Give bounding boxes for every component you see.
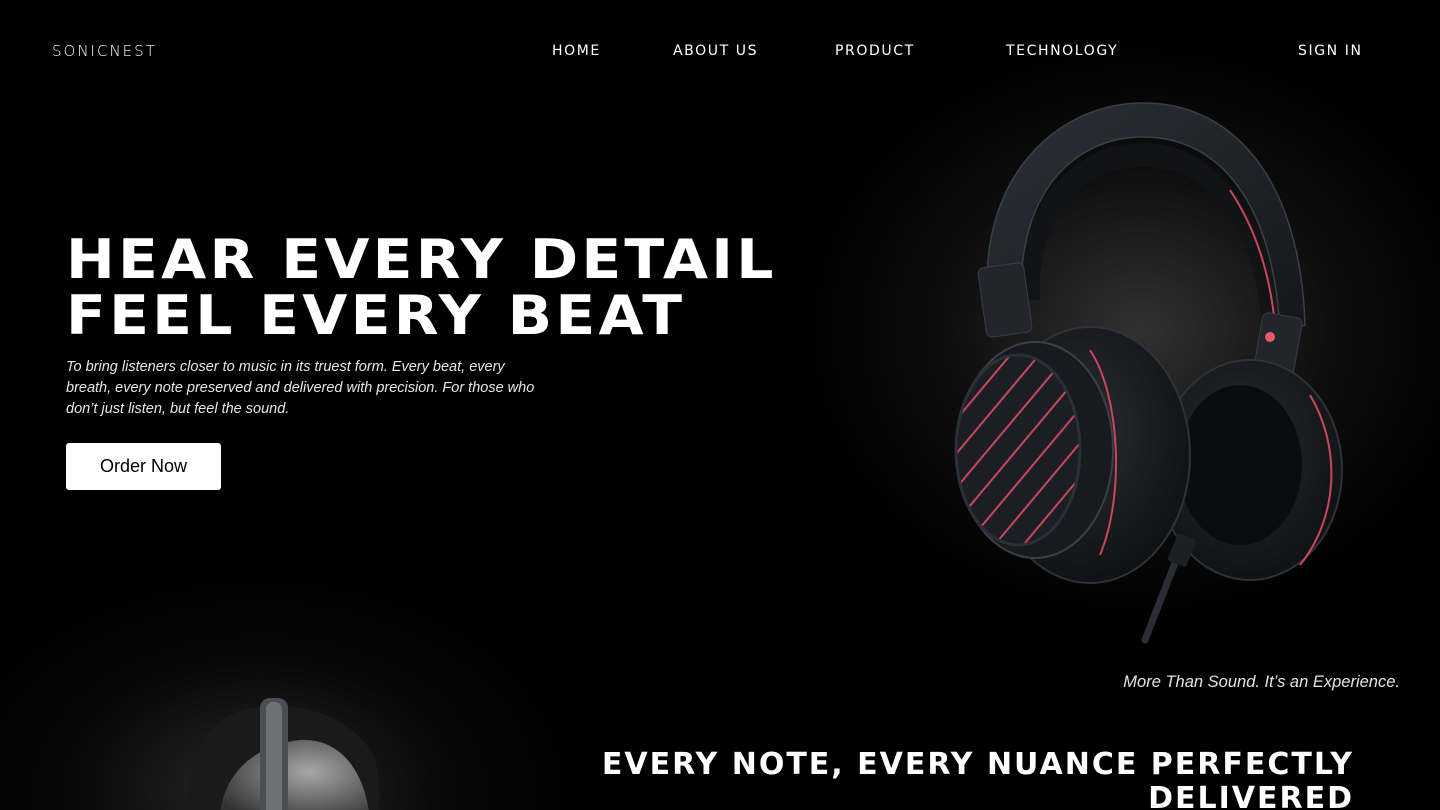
hero-title: HEAR EVERY DETAIL FEEL EVERY BEAT [66,232,777,344]
brand-logo[interactable]: SONICNEST [52,42,157,60]
section-title: EVERY NOTE, EVERY NUANCE PERFECTLY DELIV… [601,747,1354,810]
nav-link-technology[interactable]: TECHNOLOGY [1006,43,1118,59]
nav-link-product[interactable]: PRODUCT [835,43,915,59]
nav-link-home[interactable]: HOME [552,43,601,59]
headphones-product-image [954,102,1343,644]
person-wearing-headphones-image [187,698,380,810]
order-now-button[interactable]: Order Now [66,443,221,490]
hero-tagline: More Than Sound. It’s an Experience. [1123,673,1400,691]
landing-page: SONICNEST HOME ABOUT US PRODUCT TECHNOLO… [0,0,1440,810]
nav-link-about-us[interactable]: ABOUT US [673,43,758,59]
hero-description: To bring listeners closer to music in it… [66,359,535,417]
sign-in-link[interactable]: SIGN IN [1298,43,1363,59]
hero-title-line-1: HEAR EVERY DETAIL [66,228,777,291]
hero-title-line-2: FEEL EVERY BEAT [66,284,686,347]
